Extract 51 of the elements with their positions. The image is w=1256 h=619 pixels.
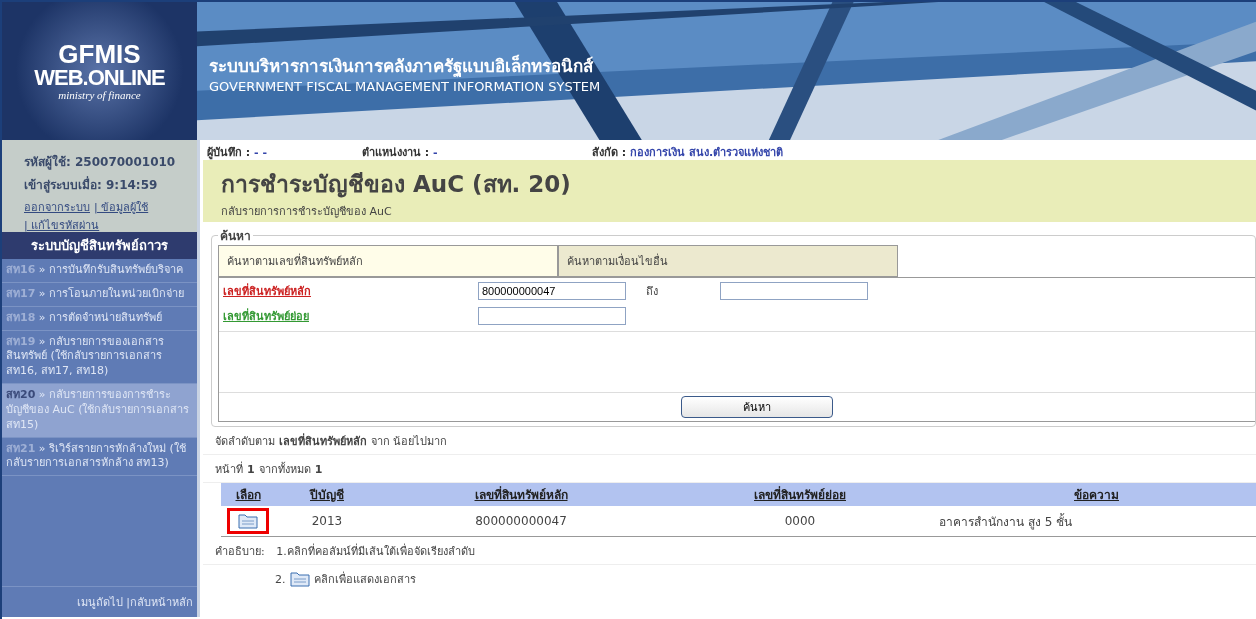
info-value: กองการเงิน สนง.ตำรวจแห่งชาติ [630,146,784,159]
sidebar-footer-link[interactable]: เมนูถัดไป |กลับหน้าหลัก [2,586,197,617]
table-cell: อาคารสำนักงาน สูง 5 ชั้น [937,506,1256,537]
info-label: ผู้บันทึก : [207,146,251,159]
search-tab[interactable]: ค้นหาตามเลขที่สินทรัพย์หลัก [218,245,558,277]
to-label: ถึง [645,283,659,300]
logo-text: WEB.ONLINE [34,67,165,89]
main-asset-field[interactable]: 800000000047 [478,281,626,300]
info-value: - [433,146,438,159]
select-button[interactable] [227,508,269,534]
user-id: 250070001010 [75,155,176,169]
sidebar-item[interactable]: สท17 » การโอนภายในหน่วยเบิกจ่าย [2,282,197,307]
search-tab[interactable]: ค้นหาตามเงื่อนไขอื่น [558,245,898,277]
sub-asset-field[interactable] [478,306,626,325]
login-time: 9:14:59 [106,178,158,192]
table-cell: 0000 [663,506,937,537]
sub-asset-link[interactable]: เลขที่สินทรัพย์ย่อย [223,306,478,325]
column-header[interactable]: ปีบัญชี [310,488,344,502]
info-label: ตำแหน่งงาน : [362,146,430,159]
sidebar-item[interactable]: สท21 » ริเวิร์สรายการหักล้างใหม่ (ใช้กลับรายการเอกสารหักล้าง สท13) [2,437,197,477]
note-number: 2. [275,572,286,586]
user-link[interactable]: ออกจากระบบ [24,198,90,216]
page-subtitle: กลับรายการการชำระบัญชีของ AuC [221,204,393,220]
main-asset-link[interactable]: เลขที่สินทรัพย์หลัก [223,281,478,300]
search-button[interactable]: ค้นหา [681,396,833,418]
note-text: คลิกเพื่อแสดงเอกสาร [313,570,416,588]
login-time-label: เข้าสู่ระบบเมื่อ: [24,178,102,192]
folder-icon [238,513,258,529]
note-text: 1.คลิกที่คอลัมน์ที่มีเส้นใต้เพื่อจัดเรียงลำดับ [276,542,475,560]
folder-icon [289,571,310,587]
sidebar-title: ระบบบัญชีสินทรัพย์ถาวร [2,232,197,259]
notes-label: คำอธิบาย: [215,544,265,560]
sidebar-item[interactable]: สท16 » การบันทึกรับสินทรัพย์บริจาค [2,259,197,283]
main-asset-to-field[interactable] [720,281,868,300]
table-cell: 800000000047 [379,506,663,537]
search-legend: ค้นหา [218,226,253,245]
info-label: สังกัด : [592,146,627,159]
system-subtitle: GOVERNMENT FISCAL MANAGEMENT INFORMATION SYSTEM [209,79,602,94]
page-title: การชำระบัญชีของ AuC (สท. 20) [221,170,572,200]
info-value: - - [254,146,268,159]
logo-text: ministry of finance [58,89,141,101]
user-link[interactable]: | ข้อมูลผู้ใช้ [94,198,149,216]
sort-info: จัดลำดับตาม เลขที่สินทรัพย์หลัก จาก น้อยไปมาก [203,427,1256,455]
sidebar-item[interactable]: สท20 » กลับรายการของการชำระบัญชีของ AuC (ใช้กลับรายการเอกสาร สท15) [2,384,197,438]
user-link[interactable]: | แก้ไขรหัสผ่าน [24,216,100,232]
column-header[interactable]: ข้อความ [1074,488,1119,502]
logo-text: GFMIS [58,41,141,67]
sidebar-item[interactable]: สท18 » การตัดจำหน่ายสินทรัพย์ [2,306,197,331]
table-cell: 2013 [275,506,379,537]
system-title: ระบบบริหารการเงินการคลังภาครัฐแบบอิเล็กทรอนิกส์ [209,54,595,79]
user-id-label: รหัสผู้ใช้: [24,155,71,169]
